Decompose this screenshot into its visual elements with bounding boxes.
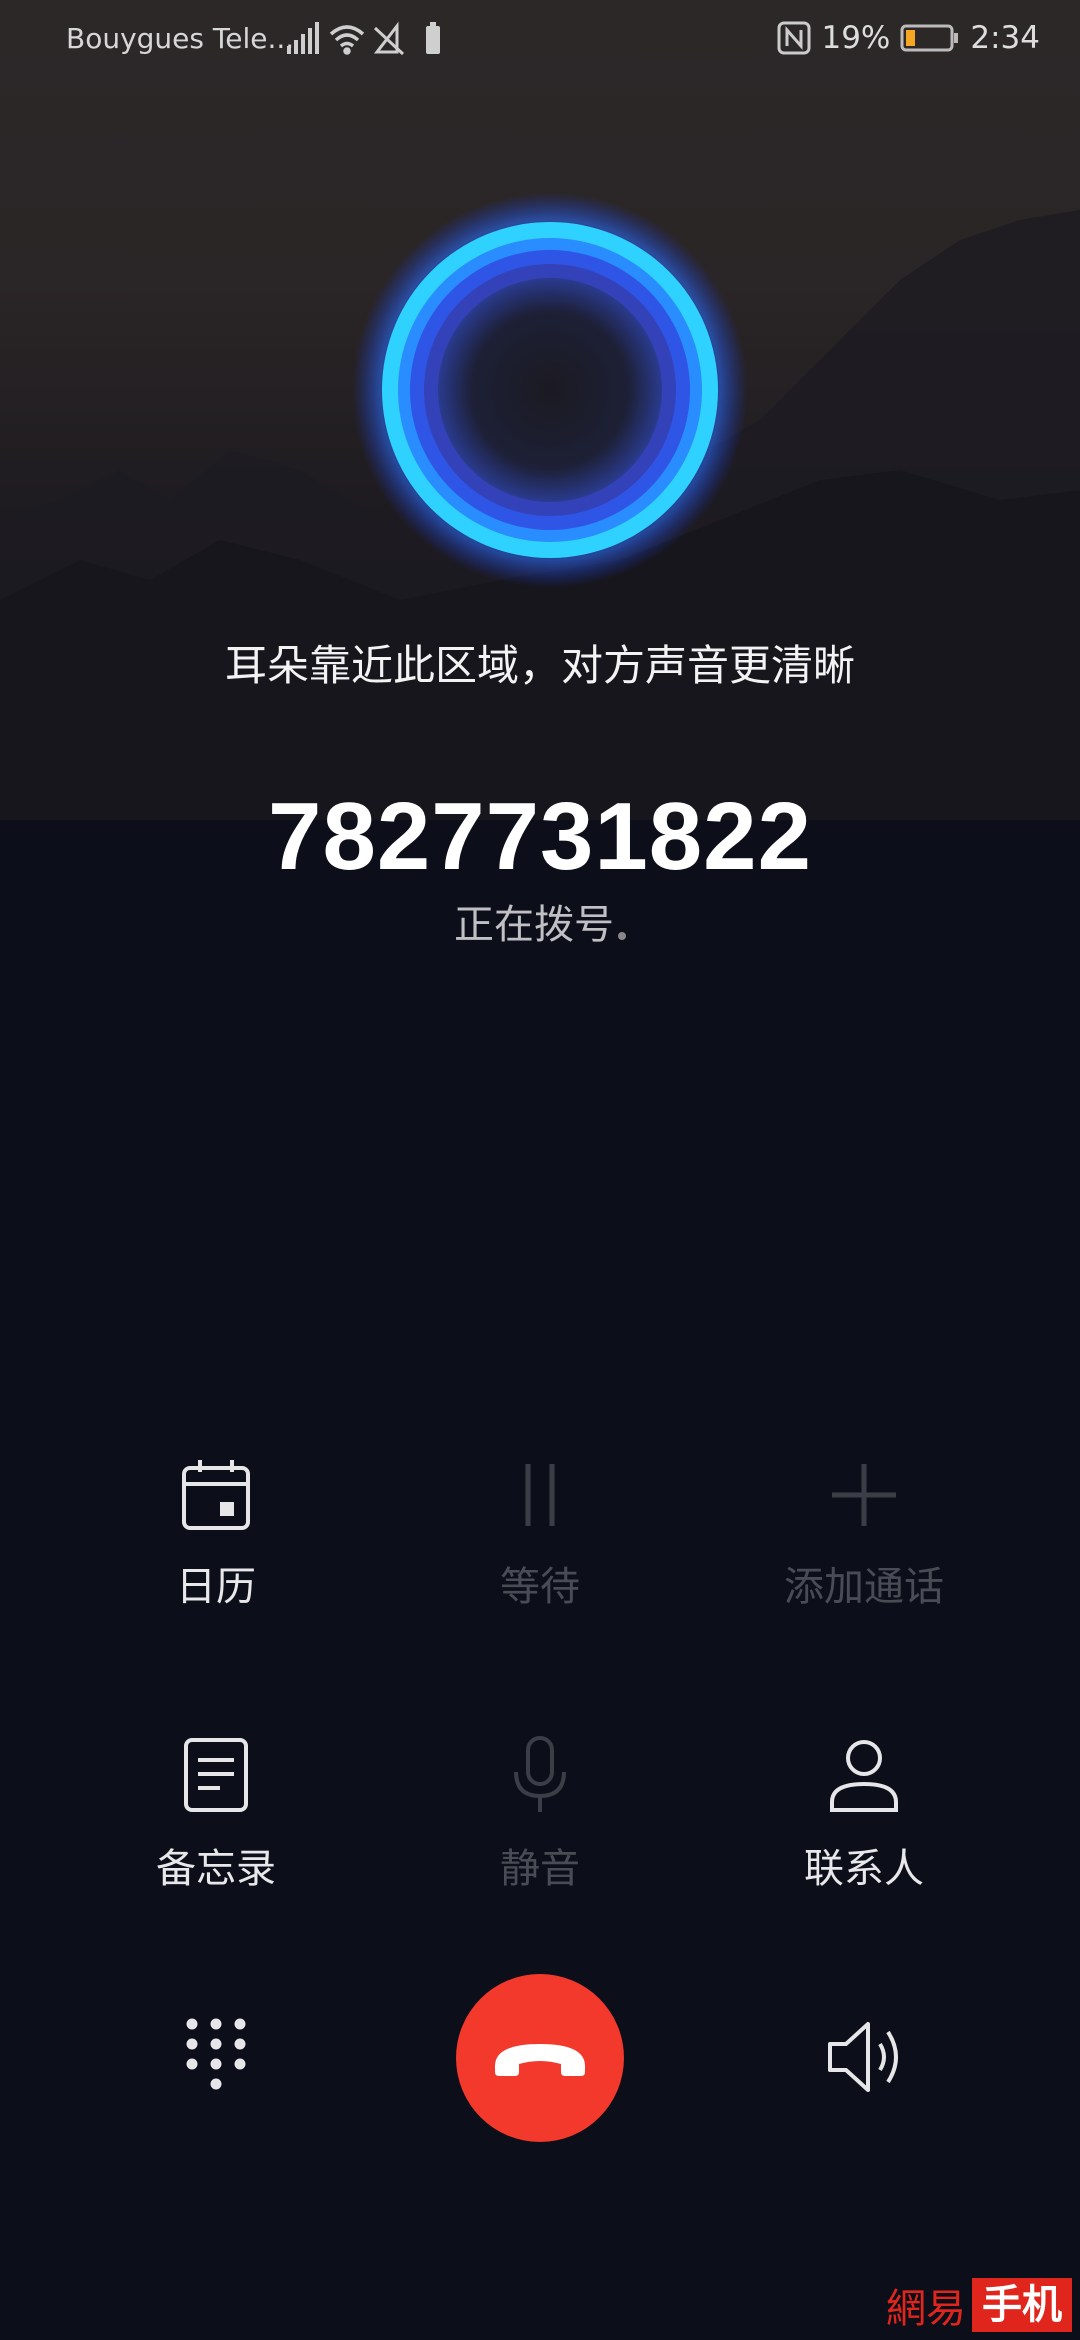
carrier-name: Bouygues Tele... bbox=[66, 22, 295, 55]
notes-icon bbox=[184, 1738, 248, 1812]
phone-number: 7827731822 bbox=[268, 783, 812, 890]
end-call-icon bbox=[495, 2044, 585, 2076]
calendar-button[interactable]: 日历 bbox=[66, 1458, 366, 1612]
battery-percent: 19% bbox=[821, 20, 891, 56]
contact-icon bbox=[830, 1740, 898, 1812]
watermark-logo: 網易 手机 bbox=[880, 2278, 1072, 2332]
signal-icon bbox=[287, 22, 319, 54]
microphone-icon bbox=[514, 1736, 566, 1812]
data-saver-icon bbox=[373, 21, 405, 56]
battery-saver-icon bbox=[426, 22, 440, 54]
status-right: 19% 2:34 bbox=[777, 20, 1040, 56]
call-status: 正在拨号 bbox=[0, 892, 1080, 950]
nfc-icon bbox=[777, 21, 811, 55]
calendar-icon bbox=[182, 1460, 250, 1530]
hold-label: 等待 bbox=[500, 1564, 580, 1610]
add-call-button[interactable]: 添加通话 bbox=[714, 1458, 1014, 1612]
earpiece-hint: 耳朵靠近此区域，对方声音更清晰 bbox=[224, 641, 855, 690]
notes-button[interactable]: 备忘录 bbox=[66, 1736, 366, 1894]
battery-icon bbox=[900, 24, 959, 52]
watermark-left: 網易 bbox=[886, 2286, 966, 2332]
status-icons bbox=[287, 21, 440, 56]
pause-icon bbox=[525, 1464, 555, 1526]
dialing-dot bbox=[618, 932, 626, 940]
notes-label: 备忘录 bbox=[156, 1846, 276, 1892]
mute-label: 静音 bbox=[500, 1846, 580, 1892]
add-call-label: 添加通话 bbox=[784, 1564, 944, 1610]
contacts-label: 联系人 bbox=[804, 1846, 924, 1892]
earpiece-orb-icon bbox=[352, 192, 748, 588]
speaker-icon[interactable] bbox=[824, 2014, 908, 2100]
dialpad-icon[interactable] bbox=[176, 2012, 256, 2102]
contacts-button[interactable]: 联系人 bbox=[714, 1736, 1014, 1894]
status-bar: Bouygues Tele... 19% 2:34 bbox=[0, 0, 1080, 76]
calendar-label: 日历 bbox=[176, 1564, 256, 1610]
call-status-text: 正在拨号 bbox=[454, 902, 614, 948]
mute-button[interactable]: 静音 bbox=[390, 1736, 690, 1894]
end-call-button[interactable] bbox=[456, 1974, 624, 2142]
plus-icon bbox=[832, 1464, 896, 1526]
hold-button[interactable]: 等待 bbox=[390, 1458, 690, 1612]
clock: 2:34 bbox=[970, 20, 1040, 56]
watermark-right: 手机 bbox=[972, 2278, 1072, 2332]
wifi-icon bbox=[329, 25, 365, 55]
